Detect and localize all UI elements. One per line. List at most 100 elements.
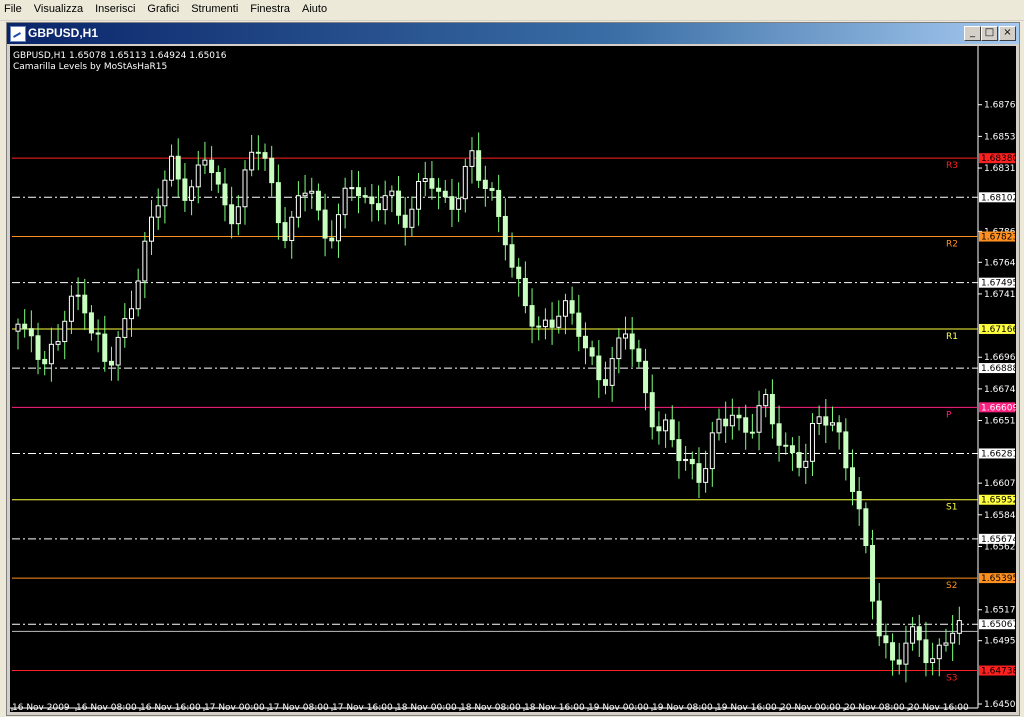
candle-bear <box>442 190 448 198</box>
candle-bear <box>649 392 655 428</box>
candle-bull <box>295 195 301 218</box>
indicator-name: Camarilla Levels by MoStAsHaR15 <box>13 62 167 72</box>
candle-bear <box>402 214 408 228</box>
price-tick-label: 1.66070 <box>984 479 1016 489</box>
candle-bear <box>269 157 275 184</box>
candle-bull <box>683 458 689 462</box>
candle-bear <box>376 203 382 211</box>
level-name-s3: S3 <box>946 674 957 684</box>
candle-bear <box>476 150 482 181</box>
candle-bear <box>88 312 94 334</box>
minimize-button[interactable]: _ <box>964 26 981 41</box>
price-tick-label: 1.66965 <box>984 353 1016 363</box>
candle-bear <box>823 416 829 426</box>
level-badge-label-s1: 1.65952 <box>981 496 1016 506</box>
level-name-p: P <box>946 410 952 420</box>
candle-bull <box>382 195 388 211</box>
menu-item-grafici[interactable]: Grafici <box>141 0 185 20</box>
candle-bear <box>255 151 261 154</box>
level-name-s2: S2 <box>946 581 957 591</box>
price-tick-label: 1.65845 <box>984 511 1016 521</box>
candle-bull <box>142 240 148 282</box>
level-name-s1: S1 <box>946 503 957 513</box>
candle-bear <box>509 244 515 268</box>
candle-bear <box>769 393 775 425</box>
candle-bear <box>536 325 542 328</box>
candle-bear <box>736 414 742 419</box>
window-titlebar[interactable]: GBPUSD,H1 _ □ × <box>7 23 1019 44</box>
candle-bear <box>502 215 508 246</box>
level-badge-label-p: 1.66609 <box>981 403 1016 413</box>
candle-bull <box>542 319 548 328</box>
window-title: GBPUSD,H1 <box>28 26 99 40</box>
level-badge-label-r2: 1.67823 <box>981 233 1016 243</box>
maximize-button[interactable]: □ <box>981 26 998 41</box>
candle-bear <box>743 417 749 433</box>
menu-item-visualizza[interactable]: Visualizza <box>28 0 89 20</box>
time-tick-label: 17 Nov 16:00 <box>332 703 393 712</box>
candle-bull <box>623 333 629 339</box>
candle-bear <box>870 544 876 602</box>
candle-bear <box>355 187 361 197</box>
candle-bear <box>35 335 41 360</box>
time-tick-label: 20 Nov 08:00 <box>844 703 905 712</box>
time-tick-label: 17 Nov 08:00 <box>268 703 329 712</box>
candle-bull <box>950 632 956 644</box>
candle-bear <box>482 179 488 190</box>
candle-bull <box>703 468 709 483</box>
price-tick-label: 1.64500 <box>984 700 1016 710</box>
candle-bull <box>816 416 822 424</box>
candle-bear <box>262 152 268 159</box>
close-button[interactable]: × <box>999 26 1016 41</box>
chart-window: GBPUSD,H1 _ □ × GBPUSD,H1 1.65078 1.6511… <box>6 22 1020 716</box>
candle-bear <box>275 182 281 224</box>
candle-bull <box>302 192 308 197</box>
menu-item-aiuto[interactable]: Aiuto <box>296 0 333 20</box>
chart-info-line: GBPUSD,H1 1.65078 1.65113 1.64924 1.6501… <box>13 51 227 61</box>
menu-item-file[interactable]: File <box>0 0 28 20</box>
candle-bull <box>663 419 669 432</box>
candle-bull <box>389 190 395 197</box>
candle-bull <box>716 418 722 434</box>
menu-item-finestra[interactable]: Finestra <box>244 0 296 20</box>
price-tick-label: 1.64950 <box>984 637 1016 647</box>
level-badge-label-r1: 1.67166 <box>981 325 1016 335</box>
level-name-r1: R1 <box>946 332 958 342</box>
level-badge-label-r3: 1.68380 <box>981 154 1016 164</box>
candle-bear <box>429 178 435 189</box>
candle-bear <box>222 183 228 206</box>
candle-bull <box>903 642 909 665</box>
candle-bear <box>723 418 729 427</box>
candle-bull <box>235 206 241 225</box>
candle-bull <box>155 205 161 218</box>
price-chart[interactable]: GBPUSD,H1 1.65078 1.65113 1.64924 1.6501… <box>10 46 1016 712</box>
level-badge-label-s3: 1.64738 <box>981 667 1016 677</box>
candle-bear <box>576 312 582 337</box>
time-tick-label: 19 Nov 00:00 <box>588 703 649 712</box>
candle-bull <box>616 337 622 360</box>
candle-bull <box>829 422 835 426</box>
candle-bull <box>562 300 568 317</box>
candle-bull <box>409 208 415 228</box>
candle-bull <box>55 341 61 345</box>
candle-bull <box>803 460 809 468</box>
candle-bear <box>489 188 495 191</box>
candle-bear <box>843 431 849 469</box>
menu-item-inserisci[interactable]: Inserisci <box>89 0 141 20</box>
chart-area[interactable]: GBPUSD,H1 1.65078 1.65113 1.64924 1.6501… <box>10 46 1016 712</box>
candle-bull <box>756 405 762 433</box>
candle-bear <box>923 639 929 664</box>
menu-item-strumenti[interactable]: Strumenti <box>185 0 244 20</box>
candle-bull <box>289 216 295 242</box>
candle-bear <box>883 635 889 644</box>
candle-bear <box>749 431 755 434</box>
candle-bear <box>582 335 588 349</box>
candle-bull <box>15 323 21 332</box>
candle-bear <box>102 333 108 362</box>
candle-bull <box>709 432 715 470</box>
candle-bull <box>189 186 195 201</box>
candle-bear <box>636 348 642 362</box>
candle-bull <box>68 295 74 322</box>
candle-bear <box>28 328 34 337</box>
time-tick-label: 18 Nov 16:00 <box>524 703 585 712</box>
